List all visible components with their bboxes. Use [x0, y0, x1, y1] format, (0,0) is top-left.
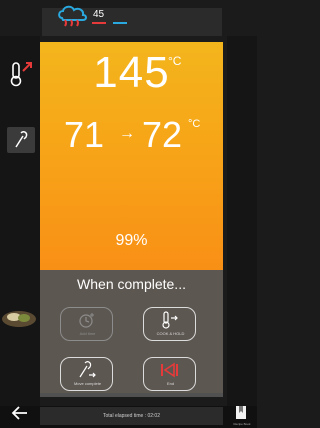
cook-hold-icon — [162, 311, 178, 329]
end-button[interactable]: End — [143, 357, 196, 391]
probe-move-icon — [79, 361, 96, 378]
steam-cloud-heat-icon[interactable] — [56, 4, 90, 30]
thermometer-up-icon[interactable] — [8, 59, 34, 89]
when-complete-title: When complete... — [77, 276, 186, 292]
cook-hold-button[interactable]: COOK & HOLD — [143, 307, 196, 341]
back-arrow-icon[interactable] — [10, 403, 30, 423]
arrow-right-icon: → — [119, 125, 135, 142]
elapsed-time: Total elapsed time : 02:02 — [40, 407, 223, 425]
cabinet-temperature: 145 — [93, 48, 170, 97]
add-time-icon — [79, 313, 94, 328]
tab-underline-red — [92, 22, 106, 24]
tab-underline-blue — [113, 22, 127, 24]
tab-value[interactable]: 45 — [93, 9, 104, 20]
move-complete-label: Move complete — [73, 381, 102, 386]
right-sidebar — [227, 36, 257, 406]
move-complete-button[interactable]: Move complete — [60, 357, 113, 391]
add-time-button[interactable]: Add time — [60, 307, 113, 341]
recipe-book-label[interactable]: Recipe Book — [228, 422, 256, 426]
probe-button[interactable] — [7, 127, 35, 153]
end-label: End — [166, 381, 175, 386]
core-temperature-target: 72 — [142, 114, 183, 155]
probe-icon — [15, 131, 28, 148]
book-icon[interactable] — [233, 405, 249, 421]
cook-hold-label: COOK & HOLD — [156, 331, 185, 336]
left-sidebar — [0, 36, 40, 406]
core-temperature-current: 71 — [64, 114, 105, 155]
progress-percentage: 99% — [115, 232, 148, 249]
core-temperature-unit: °C — [188, 118, 201, 130]
end-icon — [161, 362, 178, 378]
food-thumbnail[interactable] — [0, 305, 38, 329]
add-time-label: Add time — [79, 331, 96, 336]
cabinet-temperature-unit: °C — [168, 54, 182, 68]
